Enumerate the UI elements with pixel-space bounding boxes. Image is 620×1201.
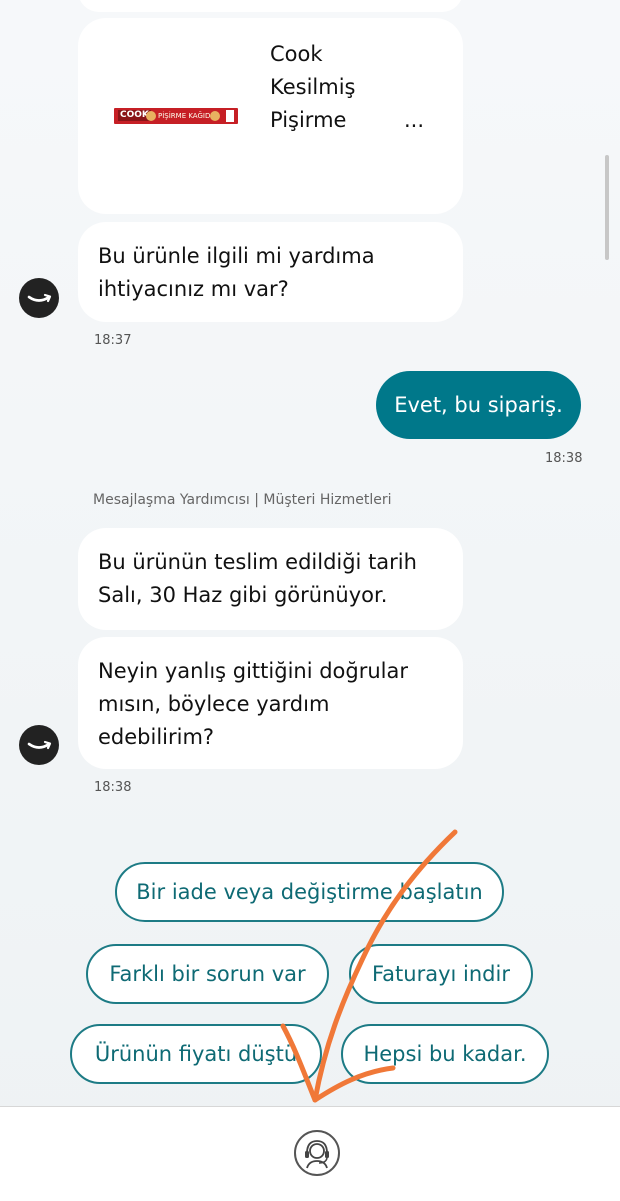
annotation-arrow-icon xyxy=(280,829,458,1103)
